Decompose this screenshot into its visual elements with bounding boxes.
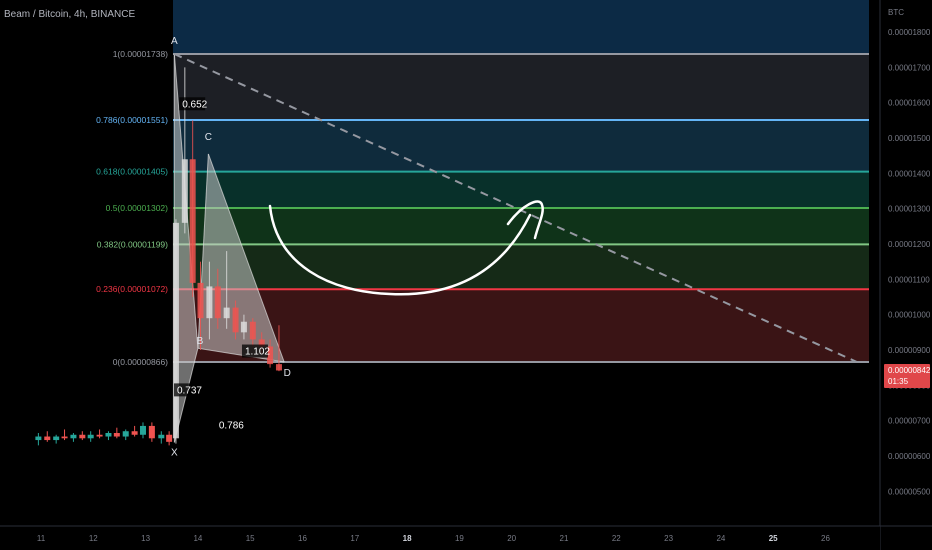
x-axis-tick-label: 24 <box>716 534 725 543</box>
candle-body <box>206 286 213 319</box>
candle-body <box>214 286 221 319</box>
x-axis-tick-label: 20 <box>507 534 516 543</box>
x-axis-tick-label: 17 <box>350 534 359 543</box>
last-price-value: 0.00000842 <box>888 366 931 375</box>
candle-body <box>223 307 230 319</box>
x-axis-tick-label: 15 <box>246 534 255 543</box>
x-axis-tick-label: 16 <box>298 534 307 543</box>
candle-body <box>53 436 60 441</box>
candle-body <box>275 364 282 371</box>
y-axis-tick-label: 0.00000600 <box>888 452 931 461</box>
candle-body <box>113 432 120 437</box>
y-axis-tick-label: 0.00000700 <box>888 417 931 426</box>
candle-body <box>197 282 204 319</box>
fib-zone <box>173 54 869 121</box>
y-axis-tick-label: 0.00001700 <box>888 63 931 72</box>
y-axis-tick-label: 0.00001100 <box>888 275 930 284</box>
candle-body <box>44 436 51 441</box>
x-axis-tick-label: 21 <box>560 534 569 543</box>
y-axis-tick-label: 0.00001400 <box>888 169 931 178</box>
fib-level-label: 0.236(0.00001072) <box>96 284 168 294</box>
x-axis-tick-label: 18 <box>403 534 412 543</box>
candle-body <box>166 434 173 442</box>
x-axis-tick-label: 12 <box>89 534 98 543</box>
last-price-badge: 0.00000842 01:35 <box>884 364 930 388</box>
y-axis-tick-label: 0.00001300 <box>888 205 931 214</box>
y-axis-tick-label: 0.00001000 <box>888 311 931 320</box>
fib-zone <box>173 244 869 290</box>
fib-level-label: 1(0.00001738) <box>113 49 168 59</box>
currency-unit: BTC <box>888 8 904 17</box>
candle-body <box>249 321 256 340</box>
x-axis-tick-label: 26 <box>821 534 830 543</box>
x-axis-tick-label: 19 <box>455 534 464 543</box>
candle-body <box>61 436 68 439</box>
pattern-point-D: D <box>284 368 291 379</box>
price-chart[interactable]: 1(0.00001738) 0.786(0.00001551) 0.618(0.00… <box>0 0 932 550</box>
fib-zone <box>173 120 869 172</box>
candle-body <box>139 425 146 435</box>
x-axis-tick-label: 23 <box>664 534 673 543</box>
fib-level-label: 0.786(0.00001551) <box>96 115 168 125</box>
fib-zone <box>173 208 869 245</box>
candle-body <box>131 431 138 435</box>
y-axis-tick-label: 0.00001200 <box>888 240 931 249</box>
pattern-ratio-label: 1.102 <box>245 347 270 358</box>
symbol-title: Beam / Bitcoin, 4h, BINANCE <box>4 9 136 20</box>
candle-body <box>87 434 94 439</box>
pattern-ratio-label: 0.652 <box>182 99 207 110</box>
pattern-point-B: B <box>197 336 204 347</box>
time-axis-area <box>0 526 880 550</box>
candle-body <box>181 159 188 223</box>
candle-body <box>96 434 103 437</box>
candle-body <box>70 434 77 439</box>
fib-level-label: 0.618(0.00001405) <box>96 167 168 177</box>
x-axis-tick-label: 25 <box>769 534 778 543</box>
pattern-ratio-label: 0.737 <box>177 385 202 396</box>
x-axis-tick-label: 22 <box>612 534 621 543</box>
fib-level-label: 0(0.00000866) <box>113 357 168 367</box>
x-axis-tick-label: 13 <box>141 534 150 543</box>
candle-body <box>189 159 196 283</box>
fib-zone <box>173 171 869 208</box>
y-axis-tick-label: 0.00001500 <box>888 134 931 143</box>
fib-level-label: 0.382(0.00001199) <box>97 239 168 249</box>
candle-body <box>122 431 129 437</box>
x-axis-tick-label: 14 <box>193 534 202 543</box>
pattern-point-A: A <box>171 36 178 47</box>
candle-countdown: 01:35 <box>888 377 909 386</box>
candle-body <box>79 434 86 439</box>
pattern-point-C: C <box>205 132 212 143</box>
y-axis-tick-label: 0.00000900 <box>888 346 931 355</box>
y-axis-tick-label: 0.00001600 <box>888 99 931 108</box>
candle-body <box>105 432 112 437</box>
candle-body <box>158 434 165 439</box>
candle-body <box>232 307 239 333</box>
candle-body <box>240 321 247 333</box>
candle-body <box>148 425 155 439</box>
candle-body <box>35 436 42 441</box>
fib-level-label: 0.5(0.00001302) <box>106 203 169 213</box>
fib-zone <box>173 0 869 54</box>
x-axis-tick-label: 11 <box>37 534 46 543</box>
y-axis-tick-label: 0.00001800 <box>888 28 931 37</box>
pattern-point-X: X <box>171 448 178 459</box>
pattern-ratio-label: 0.786 <box>219 421 244 432</box>
y-axis-tick-label: 0.00000500 <box>888 487 931 496</box>
candle-body <box>172 222 179 439</box>
